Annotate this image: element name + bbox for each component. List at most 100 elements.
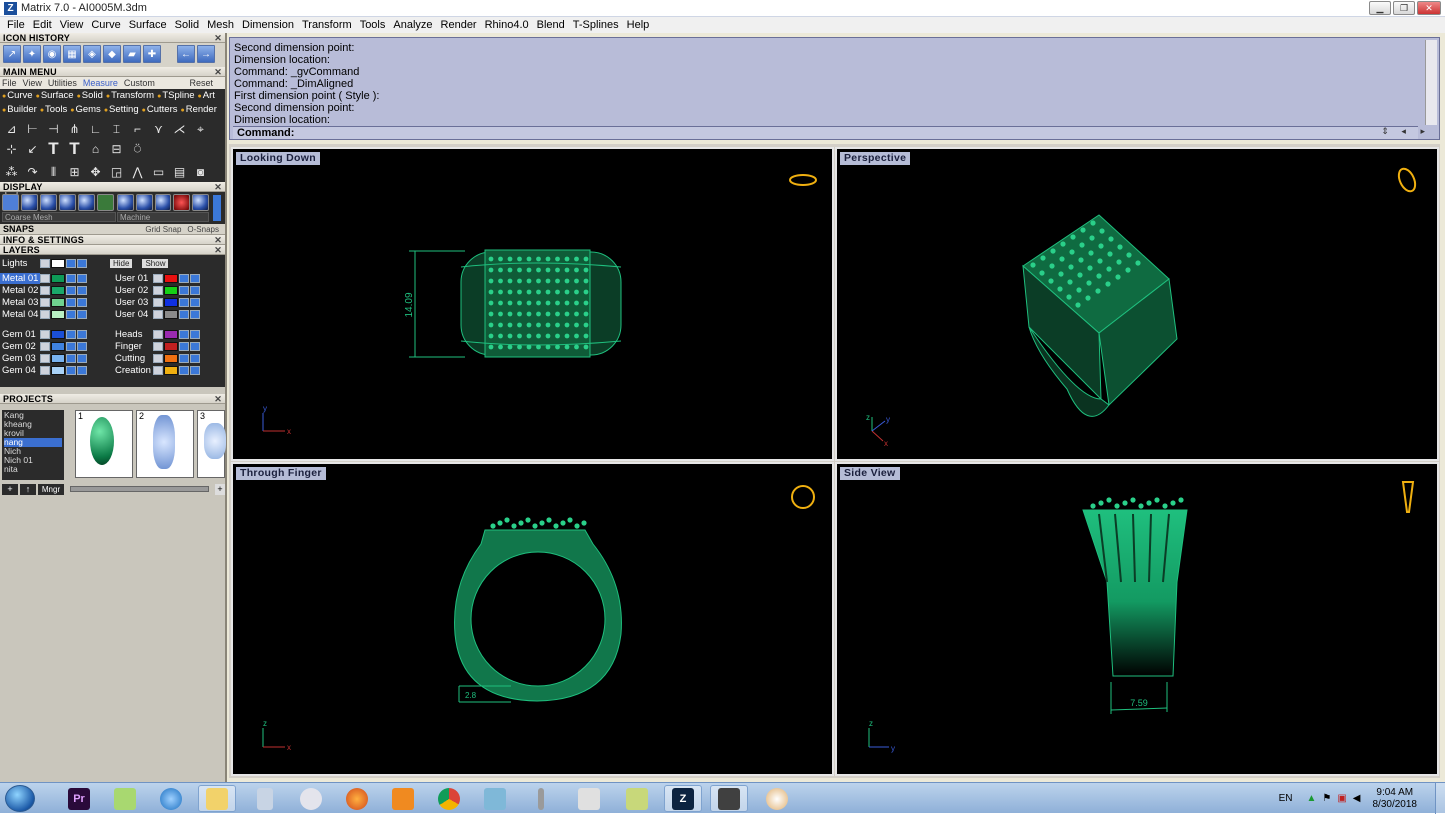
tab-view[interactable]: View: [23, 78, 42, 88]
viewport-side-view[interactable]: 7.59 z y Side View: [835, 462, 1439, 776]
project-thumbnail[interactable]: 3: [197, 410, 226, 478]
layer-current-toggle[interactable]: [40, 297, 50, 307]
history-tool-icon[interactable]: ▦: [63, 45, 81, 63]
network-up-icon[interactable]: ▲: [1306, 793, 1316, 804]
layer-visible-icon[interactable]: [77, 365, 87, 375]
layer-visible-icon[interactable]: [77, 297, 87, 307]
layer-current-toggle[interactable]: [40, 309, 50, 319]
menu-help[interactable]: Help: [623, 19, 654, 31]
material-sphere-icon[interactable]: [117, 194, 134, 211]
category-builder[interactable]: Builder: [2, 104, 37, 117]
category-curve[interactable]: Curve: [2, 90, 32, 103]
paint-app-icon[interactable]: [758, 785, 796, 812]
layer-color-swatch[interactable]: [164, 309, 178, 319]
layer-color-swatch[interactable]: [51, 329, 65, 339]
layer-row[interactable]: Cutting: [113, 352, 201, 364]
lights-toggle[interactable]: [40, 259, 50, 268]
gem-mode-icon[interactable]: [97, 194, 114, 211]
category-transform[interactable]: Transform: [106, 90, 154, 103]
layer-current-toggle[interactable]: [40, 341, 50, 351]
layer-lock-icon[interactable]: [179, 297, 189, 307]
layer-current-toggle[interactable]: [40, 329, 50, 339]
text-tool-icon[interactable]: T: [65, 140, 84, 158]
layer-name[interactable]: User 01: [113, 273, 153, 284]
layer-lock-icon[interactable]: [179, 273, 189, 283]
layer-current-toggle[interactable]: [153, 273, 163, 283]
material-sphere-icon[interactable]: [135, 194, 153, 211]
analyze-tool-icon[interactable]: ◙: [191, 163, 210, 181]
hide-button[interactable]: Hide: [110, 259, 133, 268]
analyze-tool-icon[interactable]: ↷: [23, 163, 42, 181]
restore-button[interactable]: ❐: [1393, 1, 1415, 15]
analyze-tool-icon[interactable]: ⫴: [44, 163, 63, 181]
dimension-tool-icon[interactable]: ∟: [86, 120, 105, 138]
lights-lock[interactable]: [66, 259, 76, 268]
spinner-icon[interactable]: ⇕: [1381, 126, 1389, 136]
history-tool-icon[interactable]: ↗: [3, 45, 21, 63]
close-icon[interactable]: ✕: [214, 245, 222, 255]
text-tool-icon[interactable]: T: [44, 140, 63, 158]
menu-transform[interactable]: Transform: [298, 19, 356, 31]
menu-blend[interactable]: Blend: [533, 19, 569, 31]
viewport-label[interactable]: Looking Down: [236, 152, 320, 165]
viewport-looking-down[interactable]: 14.09 y x Looking Down: [231, 147, 834, 461]
layer-current-toggle[interactable]: [40, 353, 50, 363]
menu-tsplines[interactable]: T-Splines: [569, 19, 623, 31]
prev-arrow-icon[interactable]: ◂: [1401, 126, 1406, 136]
layer-color-swatch[interactable]: [51, 341, 65, 351]
dimension-tool-icon[interactable]: ⌖: [191, 120, 210, 138]
layer-visible-icon[interactable]: [190, 341, 200, 351]
layer-row[interactable]: Metal 01: [0, 272, 88, 284]
display-scroll-handle[interactable]: [213, 195, 221, 221]
dimension-tool-icon[interactable]: ⋌: [170, 120, 189, 138]
project-thumbnail[interactable]: 1: [75, 410, 133, 478]
layer-current-toggle[interactable]: [153, 329, 163, 339]
project-thumbnail[interactable]: 2: [136, 410, 194, 478]
layer-visible-icon[interactable]: [190, 353, 200, 363]
material-sphere-icon[interactable]: [173, 194, 191, 211]
layer-lock-icon[interactable]: [179, 309, 189, 319]
layer-lock-icon[interactable]: [66, 273, 76, 283]
xray-mode-icon[interactable]: [78, 194, 95, 211]
menu-rhino4[interactable]: Rhino4.0: [481, 19, 533, 31]
category-tspline[interactable]: TSpline: [157, 90, 194, 103]
network-icon[interactable]: ▣: [1337, 793, 1346, 804]
show-button[interactable]: Show: [142, 259, 169, 268]
layer-row[interactable]: Metal 02: [0, 284, 88, 296]
dimension-tool-icon[interactable]: ⊣: [44, 120, 63, 138]
layer-lock-icon[interactable]: [179, 341, 189, 351]
firefox-app-icon[interactable]: [338, 785, 376, 812]
analyze-tool-icon[interactable]: ⊞: [65, 163, 84, 181]
layer-current-toggle[interactable]: [153, 341, 163, 351]
viewport-perspective[interactable]: z y x Perspective: [835, 147, 1439, 461]
layer-color-swatch[interactable]: [164, 273, 178, 283]
category-gems[interactable]: Gems: [70, 104, 100, 117]
layer-color-swatch[interactable]: [164, 297, 178, 307]
layer-visible-icon[interactable]: [77, 285, 87, 295]
layer-color-swatch[interactable]: [51, 365, 65, 375]
next-arrow-icon[interactable]: ▸: [1420, 126, 1425, 136]
tab-utilities[interactable]: Utilities: [48, 78, 77, 88]
layer-name[interactable]: Gem 04: [0, 365, 40, 376]
category-render[interactable]: Render: [180, 104, 217, 117]
minimize-button[interactable]: ▁: [1369, 1, 1391, 15]
menu-tools[interactable]: Tools: [356, 19, 390, 31]
menu-mesh[interactable]: Mesh: [203, 19, 238, 31]
layer-row[interactable]: Metal 03: [0, 296, 88, 308]
ghost-mode-icon[interactable]: [21, 194, 38, 211]
osnaps-toggle[interactable]: O-Snaps: [187, 225, 219, 234]
tool-app-icon[interactable]: [476, 785, 514, 812]
dimension-tool-icon[interactable]: ⊹: [2, 140, 21, 158]
menu-analyze[interactable]: Analyze: [389, 19, 436, 31]
layer-lock-icon[interactable]: [179, 329, 189, 339]
language-indicator[interactable]: EN: [1279, 793, 1293, 804]
category-surface[interactable]: Surface: [36, 90, 74, 103]
dimension-tool-icon[interactable]: ⌂: [86, 140, 105, 158]
volume-icon[interactable]: ◀: [1353, 793, 1361, 804]
layer-visible-icon[interactable]: [190, 329, 200, 339]
matrix-app-icon[interactable]: Z: [664, 785, 702, 812]
dimension-tool-icon[interactable]: ⊢: [23, 120, 42, 138]
layer-current-toggle[interactable]: [153, 353, 163, 363]
layer-visible-icon[interactable]: [77, 273, 87, 283]
tab-measure[interactable]: Measure: [83, 78, 118, 88]
